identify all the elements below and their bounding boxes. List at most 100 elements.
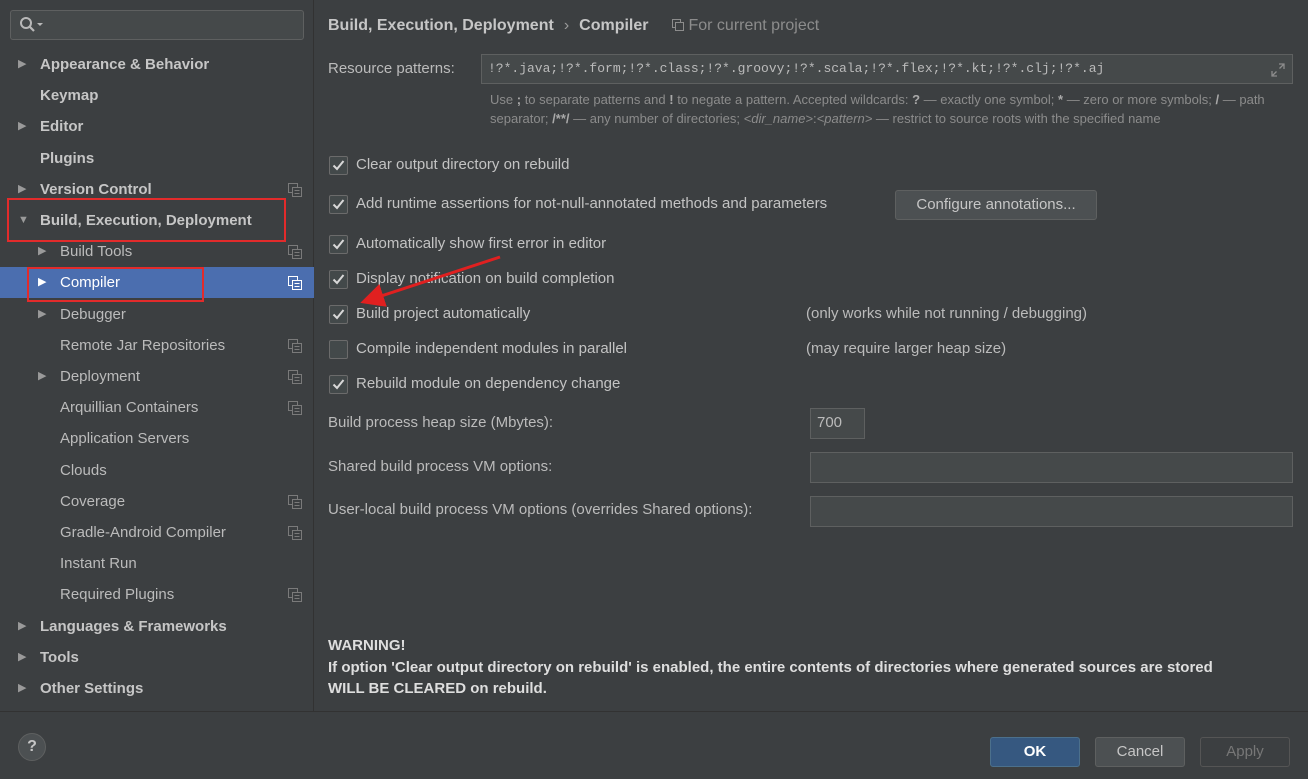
checkmark-icon [332, 379, 345, 390]
checkmark-icon [332, 274, 345, 285]
sidebar-item-label: Keymap [40, 87, 99, 105]
sidebar-item-editor[interactable]: ▶ Editor [0, 111, 314, 142]
sidebar-item-deployment[interactable]: ▶ Deployment [0, 361, 314, 392]
user-vm-options-input[interactable] [810, 496, 1293, 527]
breadcrumb-current: Compiler [579, 17, 649, 34]
collapsed-arrow-icon[interactable]: ▶ [18, 611, 30, 642]
shared-vm-options-label: Shared build process VM options: [328, 458, 553, 475]
sidebar-item-label: Required Plugins [60, 586, 175, 604]
checkmark-icon [332, 309, 345, 320]
sidebar-item-label: Clouds [60, 461, 107, 479]
ok-button[interactable]: OK [990, 737, 1080, 767]
option-label: Rebuild module on dependency change [356, 375, 621, 392]
settings-search-input[interactable] [47, 14, 297, 36]
sidebar-item-remote-jar-repositories[interactable]: Remote Jar Repositories [0, 330, 314, 361]
sidebar-item-arquillian-containers[interactable]: Arquillian Containers [0, 392, 314, 423]
resource-patterns-input[interactable]: !?*.java;!?*.form;!?*.class;!?*.groovy;!… [481, 54, 1293, 84]
sidebar-item-clouds[interactable]: Clouds [0, 455, 314, 486]
sidebar-item-build-tools[interactable]: ▶ Build Tools [0, 236, 314, 267]
hint-text: to separate patterns and [521, 92, 670, 107]
resource-patterns-label: Resource patterns: [328, 60, 455, 77]
collapsed-arrow-icon[interactable]: ▶ [18, 49, 30, 80]
scope-indicator: For current project [672, 17, 819, 34]
sidebar-item-application-servers[interactable]: Application Servers [0, 423, 314, 454]
hint-keyword: <dir_name> [743, 111, 814, 126]
sidebar-item-instant-run[interactable]: Instant Run [0, 548, 314, 579]
option-label: Add runtime assertions for not-null-anno… [356, 195, 828, 212]
sidebar-item-label: Remote Jar Repositories [60, 336, 226, 354]
collapsed-arrow-icon[interactable]: ▶ [38, 299, 50, 330]
cancel-button[interactable]: Cancel [1095, 737, 1185, 767]
option-label: Compile independent modules in parallel [356, 340, 628, 357]
collapsed-arrow-icon[interactable]: ▶ [18, 111, 30, 142]
sidebar-item-label: Coverage [60, 492, 126, 510]
sidebar-item-debugger[interactable]: ▶ Debugger [0, 299, 314, 330]
dialog-button-bar: ? OK Cancel Apply [0, 711, 1308, 779]
collapsed-arrow-icon[interactable]: ▶ [38, 267, 50, 298]
hint-keyword: /**/ [552, 111, 570, 126]
sidebar-item-label: Deployment [60, 368, 141, 385]
collapsed-arrow-icon[interactable]: ▶ [18, 642, 30, 673]
sidebar-item-other-settings[interactable]: ▶ Other Settings [0, 673, 314, 704]
warning-message: WARNING! If option 'Clear output directo… [328, 635, 1213, 700]
sidebar-item-gradle-android-compiler[interactable]: Gradle-Android Compiler [0, 517, 314, 548]
shared-vm-options-input[interactable] [810, 452, 1293, 483]
sidebar-item-label: Tools [40, 648, 79, 666]
apply-button[interactable]: Apply [1200, 737, 1290, 767]
option-note: (may require larger heap size) [806, 340, 1007, 357]
option-checkbox[interactable] [329, 270, 348, 289]
expanded-arrow-icon[interactable]: ▼ [18, 205, 30, 236]
warning-line-2: WILL BE CLEARED on rebuild. [328, 680, 547, 697]
hint-text: to negate a pattern. Accepted wildcards: [673, 92, 913, 107]
breadcrumb-separator: › [563, 17, 570, 34]
sidebar-item-compiler[interactable]: ▶ Compiler [0, 267, 314, 299]
sidebar-item-tools[interactable]: ▶ Tools [0, 642, 314, 673]
project-scope-icon [672, 19, 685, 31]
sidebar-item-label: Compiler [60, 274, 121, 292]
project-scope-icon [288, 370, 302, 384]
sidebar-item-keymap[interactable]: Keymap [0, 80, 314, 111]
project-scope-icon [288, 276, 302, 291]
project-scope-icon [288, 494, 302, 509]
sidebar-item-label: Editor [40, 118, 84, 136]
option-checkbox[interactable] [329, 340, 348, 359]
project-scope-icon [288, 401, 302, 416]
collapsed-arrow-icon[interactable]: ▶ [38, 361, 50, 392]
collapsed-arrow-icon[interactable]: ▶ [18, 673, 30, 704]
settings-search-box[interactable] [10, 10, 304, 40]
sidebar-item-label: Languages & Frameworks [40, 617, 227, 635]
expand-icon[interactable] [1270, 62, 1286, 78]
sidebar-item-appearance-behavior[interactable]: ▶ Appearance & Behavior [0, 49, 314, 80]
sidebar-item-languages-frameworks[interactable]: ▶ Languages & Frameworks [0, 611, 314, 642]
option-checkbox[interactable] [329, 235, 348, 254]
sidebar-item-coverage[interactable]: Coverage [0, 486, 314, 517]
heap-size-label: Build process heap size (Mbytes): [328, 414, 554, 431]
hint-keyword: <pattern> [816, 111, 873, 126]
project-scope-icon [288, 588, 302, 603]
option-checkbox[interactable] [329, 305, 348, 324]
collapsed-arrow-icon[interactable]: ▶ [18, 174, 30, 205]
sidebar-item-label: Application Servers [60, 430, 190, 448]
sidebar-item-label: Version Control [40, 180, 152, 198]
scope-label: For current project [688, 17, 820, 34]
sidebar-item-version-control[interactable]: ▶ Version Control [0, 174, 314, 205]
search-icon[interactable] [19, 16, 45, 34]
option-label: Automatically show first error in editor [356, 235, 607, 252]
checkmark-icon [332, 160, 345, 171]
sidebar-item-required-plugins[interactable]: Required Plugins [0, 579, 314, 610]
collapsed-arrow-icon[interactable]: ▶ [38, 236, 50, 267]
sidebar-item-label: Arquillian Containers [60, 399, 199, 417]
heap-size-input[interactable]: 700 [810, 408, 865, 439]
help-button[interactable]: ? [18, 733, 46, 761]
hint-text: Use [490, 92, 517, 107]
sidebar-item-plugins[interactable]: Plugins [0, 143, 314, 174]
configure-annotations-button[interactable]: Configure annotations... [895, 190, 1097, 220]
sidebar-item-label: Instant Run [60, 555, 137, 573]
option-checkbox[interactable] [329, 195, 348, 214]
sidebar-item-build-execution-deployment[interactable]: ▼ Build, Execution, Deployment [0, 205, 314, 236]
resource-patterns-value: !?*.java;!?*.form;!?*.class;!?*.groovy;!… [488, 61, 1105, 76]
sidebar-item-label: Appearance & Behavior [40, 56, 210, 73]
option-label: Clear output directory on rebuild [356, 156, 570, 173]
option-checkbox[interactable] [329, 156, 348, 175]
option-checkbox[interactable] [329, 375, 348, 394]
